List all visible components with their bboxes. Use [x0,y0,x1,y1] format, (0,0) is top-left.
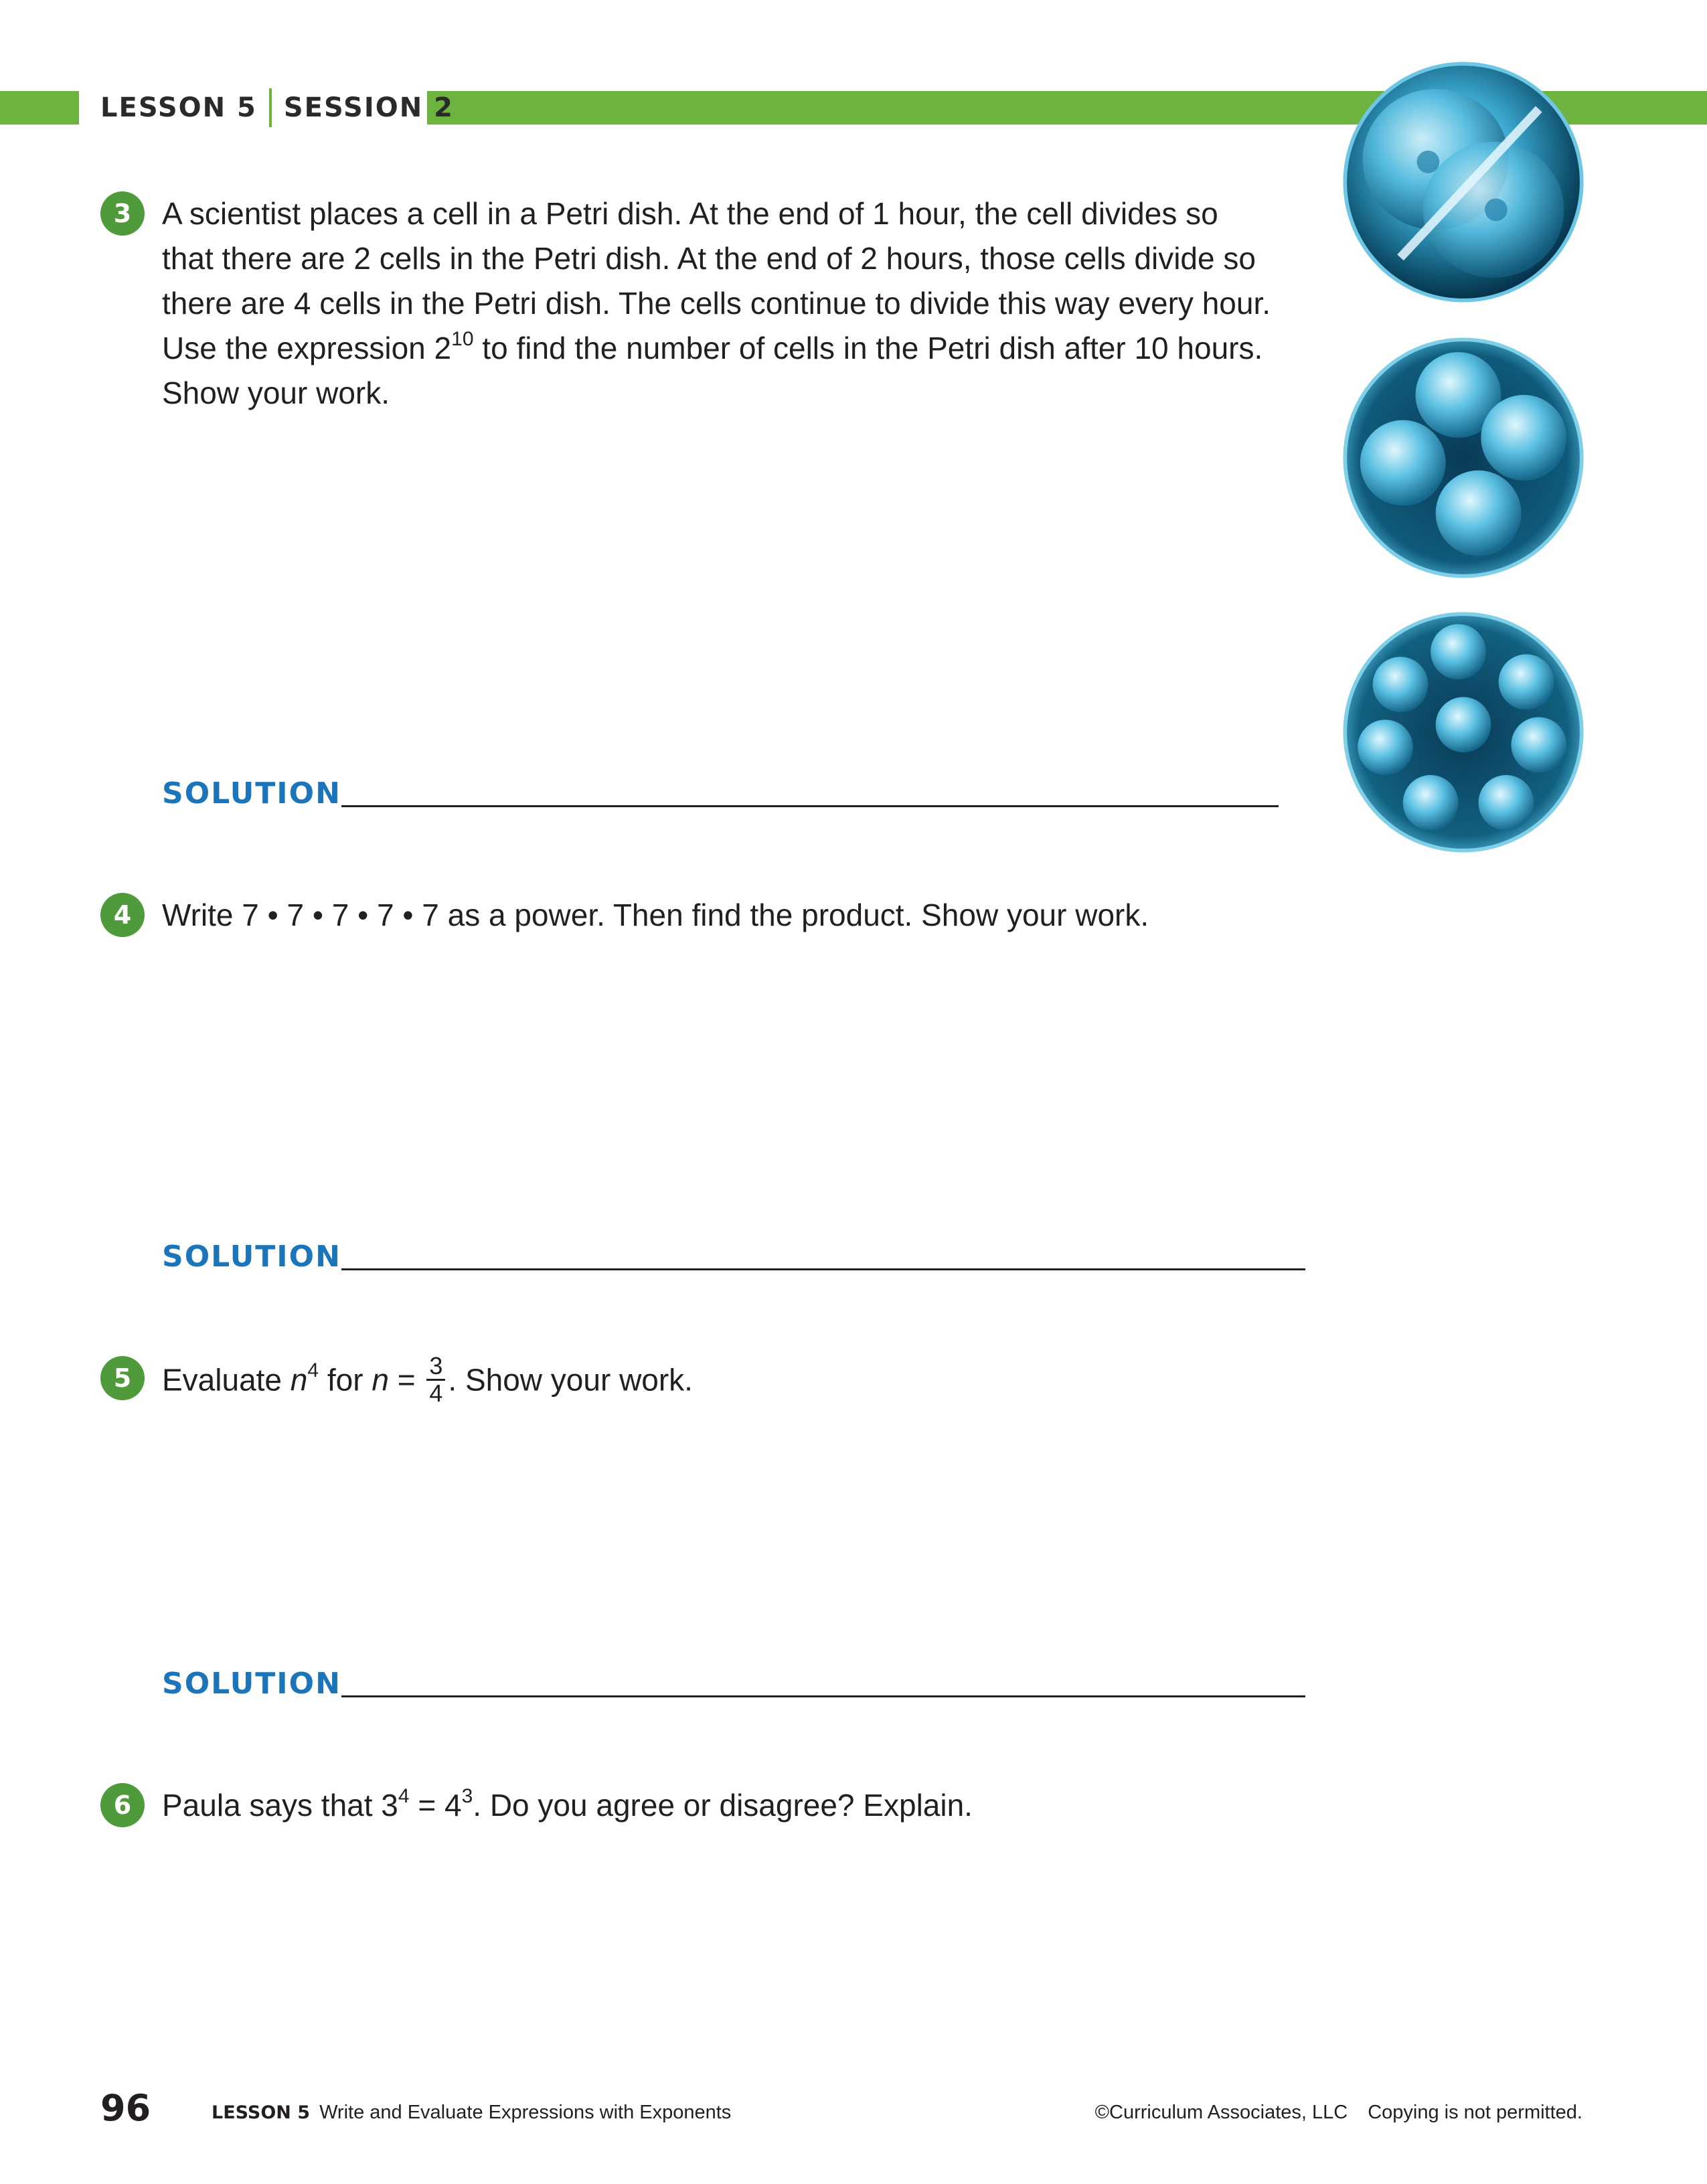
fraction-denominator: 4 [429,1379,443,1407]
problem-3-line: there are 4 cells in the Petri dish. The… [162,286,1271,321]
problem-3-line: A scientist places a cell in a Petri dis… [162,196,1218,231]
footer-lesson-title: Write and Evaluate Expressions with Expo… [319,2102,732,2123]
problem-4-text: Write 7 • 7 • 7 • 7 • 7 as a power. Then… [162,898,1149,932]
problem-6-text: Paula says that 34 = 43. Do you agree or… [162,1783,973,1828]
text-run: Paula says that 3 [162,1788,398,1823]
text-run: . Show your work. [448,1362,693,1398]
text-run: for [319,1362,372,1398]
equals-sign: = [388,1362,424,1398]
solution-answer-line[interactable] [341,1268,1305,1270]
problem-number-badge: 3 [100,191,145,236]
exponent: 4 [398,1784,410,1807]
problem-number-badge: 6 [100,1783,145,1827]
solution-label: SOLUTION [162,1240,341,1274]
lesson-label: LESSON 5 [100,92,257,123]
header-band-left [0,91,79,124]
cell-two-division-icon [1337,56,1589,308]
text-run: to find the number of cells in the Petri… [473,331,1263,365]
problem-3-text: A scientist places a cell in a Petri dis… [162,191,1271,416]
text-run: Evaluate [162,1362,291,1398]
problem-3-line: that there are 2 cells in the Petri dish… [162,241,1256,276]
problem-number-badge: 5 [100,1356,145,1400]
footer-lesson: LESSON 5 Write and Evaluate Expressions w… [212,2102,731,2124]
solution-label: SOLUTION [162,776,341,811]
problem-number-badge: 4 [100,893,145,937]
solution-answer-line[interactable] [341,1695,1305,1697]
copyright-text: ©Curriculum Associates, LLC [1094,2102,1348,2123]
problem-3-line: Show your work. [162,375,390,410]
solution-label: SOLUTION [162,1667,341,1701]
problem-5-text: Evaluate n4 for n = 34. Show your work. [162,1353,693,1409]
text-run: = 4 [409,1788,462,1823]
exponent: 3 [461,1784,473,1807]
footer-lesson-label: LESSON 5 [212,2102,311,2123]
lesson-session-header: LESSON 5 SESSION 2 [100,84,454,131]
exponent: 4 [307,1359,319,1382]
fraction-numerator: 3 [426,1353,446,1381]
text-run: . Do you agree or disagree? Explain. [473,1788,973,1823]
variable: n [290,1362,308,1398]
problem-3-line: Use the expression 210 to find the numbe… [162,326,1271,371]
exponent: 10 [451,327,474,350]
page-number: 96 [100,2087,151,2129]
variable: n [372,1362,389,1398]
session-label: SESSION 2 [283,92,454,123]
cell-four-division-icon [1337,332,1589,584]
footer-copyright: ©Curriculum Associates, LLC Copying is no… [1095,2102,1582,2124]
copy-notice: Copying is not permitted. [1368,2102,1582,2123]
solution-answer-line[interactable] [341,805,1279,807]
cell-eight-division-icon [1337,606,1589,858]
text-run: Use the expression 2 [162,331,452,365]
header-divider [268,88,272,127]
fraction: 34 [426,1353,446,1407]
